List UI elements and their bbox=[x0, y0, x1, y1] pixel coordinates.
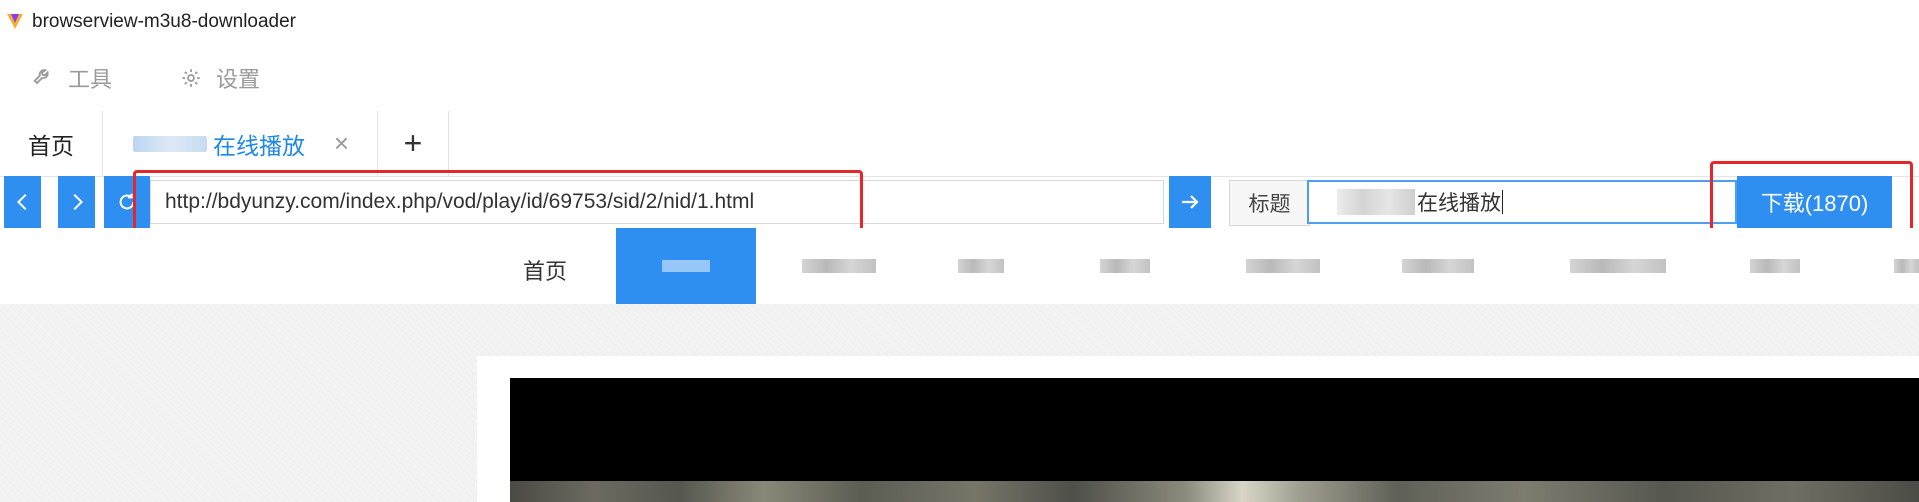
site-nav-item[interactable] bbox=[1894, 259, 1919, 273]
site-nav-item[interactable] bbox=[802, 259, 876, 273]
site-nav-item[interactable] bbox=[1570, 259, 1666, 273]
text-caret bbox=[1502, 190, 1503, 214]
menu-tools-label: 工具 bbox=[68, 67, 113, 92]
title-bar: browserview-m3u8-downloader bbox=[0, 0, 1919, 42]
add-tab-label: + bbox=[403, 125, 423, 161]
back-button[interactable] bbox=[4, 176, 41, 228]
menu-bar: 工具 设置 bbox=[0, 52, 1919, 102]
site-nav: 首页 bbox=[0, 228, 1919, 304]
menu-tools[interactable]: 工具 bbox=[32, 62, 112, 94]
site-nav-active-redacted bbox=[662, 260, 710, 272]
tab-home[interactable]: 首页 bbox=[0, 111, 103, 176]
back-icon bbox=[16, 193, 26, 211]
title-label: 标题 bbox=[1229, 180, 1310, 226]
forward-icon bbox=[73, 193, 83, 211]
video-player[interactable] bbox=[510, 378, 1919, 502]
title-input-text: 在线播放 bbox=[1417, 192, 1501, 215]
title-input[interactable]: 在线播放 bbox=[1307, 180, 1737, 224]
plus-icon[interactable]: + bbox=[378, 111, 449, 176]
wrench-icon bbox=[33, 69, 49, 85]
app-logo-icon bbox=[7, 14, 23, 29]
site-nav-home[interactable]: 首页 bbox=[523, 254, 567, 286]
title-label-text: 标题 bbox=[1248, 193, 1291, 216]
url-highlight-box bbox=[133, 170, 863, 236]
close-icon[interactable]: × bbox=[334, 128, 349, 159]
download-highlight-box bbox=[1710, 161, 1913, 236]
forward-button[interactable] bbox=[58, 176, 95, 228]
site-nav-item[interactable] bbox=[1246, 259, 1320, 273]
video-frame bbox=[510, 481, 1919, 502]
gear-icon bbox=[182, 69, 200, 87]
title-redacted bbox=[1337, 189, 1415, 215]
site-nav-item[interactable] bbox=[1750, 259, 1800, 273]
tab-bar: 首页 在线播放 × + bbox=[0, 111, 1919, 177]
site-nav-item[interactable] bbox=[1402, 259, 1474, 273]
site-nav-active-item[interactable] bbox=[616, 228, 756, 304]
arrow-right-icon bbox=[1182, 195, 1199, 209]
site-nav-item[interactable] bbox=[1100, 259, 1150, 273]
site-nav-item[interactable] bbox=[958, 259, 1004, 273]
tab-active[interactable]: 在线播放 × bbox=[103, 111, 378, 176]
menu-settings[interactable]: 设置 bbox=[180, 62, 260, 94]
tab-active-label: 在线播放 bbox=[213, 132, 305, 159]
menu-settings-label: 设置 bbox=[216, 67, 261, 92]
go-button[interactable] bbox=[1169, 176, 1211, 228]
tab-title-redacted bbox=[133, 135, 207, 152]
tab-home-label: 首页 bbox=[28, 132, 74, 159]
app-title: browserview-m3u8-downloader bbox=[32, 11, 297, 32]
